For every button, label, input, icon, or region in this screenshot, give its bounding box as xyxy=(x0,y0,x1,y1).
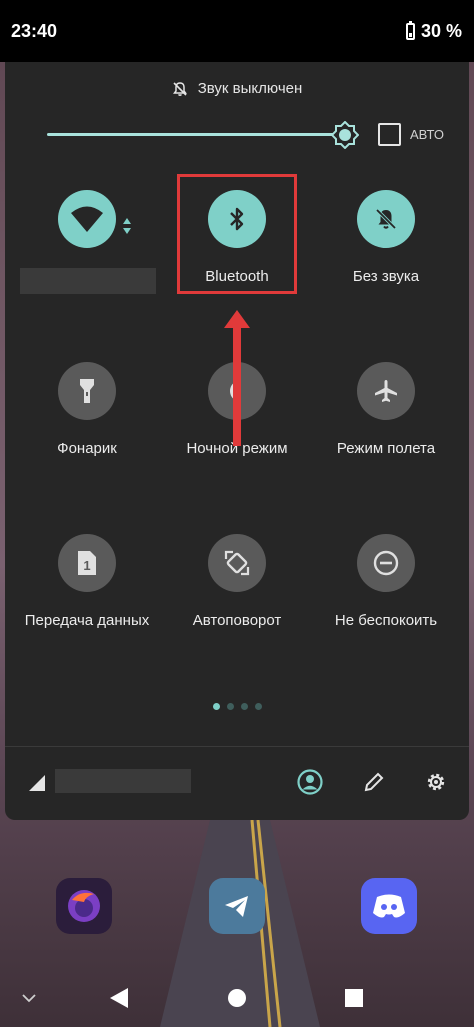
page-indicator xyxy=(5,703,469,710)
status-bar: 23:40 30 % xyxy=(0,0,474,62)
redacted-carrier-name xyxy=(55,769,191,793)
firefox-app-icon[interactable] xyxy=(56,878,112,934)
auto-brightness-label: АВТО xyxy=(410,127,444,142)
bell-off-icon xyxy=(172,81,187,96)
page-dot[interactable] xyxy=(212,703,220,710)
battery-percent: 30 % xyxy=(420,20,462,41)
tile-mobile-data[interactable]: 1 Передача данных xyxy=(12,534,162,629)
brightness-track[interactable] xyxy=(47,133,347,136)
tile-label: Не беспокоить xyxy=(334,612,438,629)
sound-status: Звук выключен xyxy=(5,80,469,97)
home-icon[interactable] xyxy=(222,983,252,1013)
svg-text:1: 1 xyxy=(83,558,90,573)
brightness-thumb-icon[interactable] xyxy=(331,121,359,149)
navigation-bar xyxy=(0,968,474,1027)
status-time: 23:40 xyxy=(11,20,58,41)
do-not-disturb-icon[interactable] xyxy=(357,534,415,592)
auto-rotate-icon[interactable] xyxy=(208,534,266,592)
auto-brightness-checkbox[interactable] xyxy=(378,123,401,146)
tile-label: Фонарик xyxy=(57,440,117,457)
brightness-slider[interactable] xyxy=(47,121,359,149)
annotation-arrow xyxy=(224,310,250,446)
chevron-down-icon[interactable] xyxy=(14,983,44,1013)
page-dot[interactable] xyxy=(226,703,234,710)
tile-auto-rotate[interactable]: Автоповорот xyxy=(162,534,312,629)
settings-gear-icon[interactable] xyxy=(423,769,449,795)
tile-silent[interactable]: Без звука xyxy=(311,190,461,285)
tile-label: Автоповорот xyxy=(192,612,282,629)
sound-status-label: Звук выключен xyxy=(197,80,303,97)
page-dot[interactable] xyxy=(240,703,248,710)
battery-icon xyxy=(405,20,415,40)
bluetooth-highlight-box xyxy=(177,174,297,294)
sim-card-icon[interactable]: 1 xyxy=(58,534,116,592)
telegram-app-icon[interactable] xyxy=(209,878,265,934)
flashlight-icon[interactable] xyxy=(58,362,116,420)
redacted-network-name xyxy=(20,268,156,294)
tile-airplane-mode[interactable]: Режим полета xyxy=(311,362,461,457)
tile-label: Без звука xyxy=(352,268,420,285)
airplane-icon[interactable] xyxy=(357,362,415,420)
auto-brightness-toggle[interactable]: АВТО xyxy=(378,123,444,146)
back-icon[interactable] xyxy=(104,983,134,1013)
page-dot[interactable] xyxy=(254,703,262,710)
tile-label: Режим полета xyxy=(336,440,436,457)
bell-off-icon[interactable] xyxy=(357,190,415,248)
data-activity-icon xyxy=(123,218,131,234)
wifi-icon[interactable] xyxy=(58,190,116,248)
tile-label: Передача данных xyxy=(24,612,150,629)
footer-divider xyxy=(5,746,469,747)
recents-icon[interactable] xyxy=(339,983,369,1013)
tile-do-not-disturb[interactable]: Не беспокоить xyxy=(311,534,461,629)
cell-signal-icon xyxy=(29,775,45,791)
discord-app-icon[interactable] xyxy=(361,878,417,934)
tile-flashlight[interactable]: Фонарик xyxy=(12,362,162,457)
edit-pencil-icon[interactable] xyxy=(361,769,387,795)
user-account-icon[interactable] xyxy=(297,769,323,795)
tile-wifi[interactable] xyxy=(12,190,162,268)
